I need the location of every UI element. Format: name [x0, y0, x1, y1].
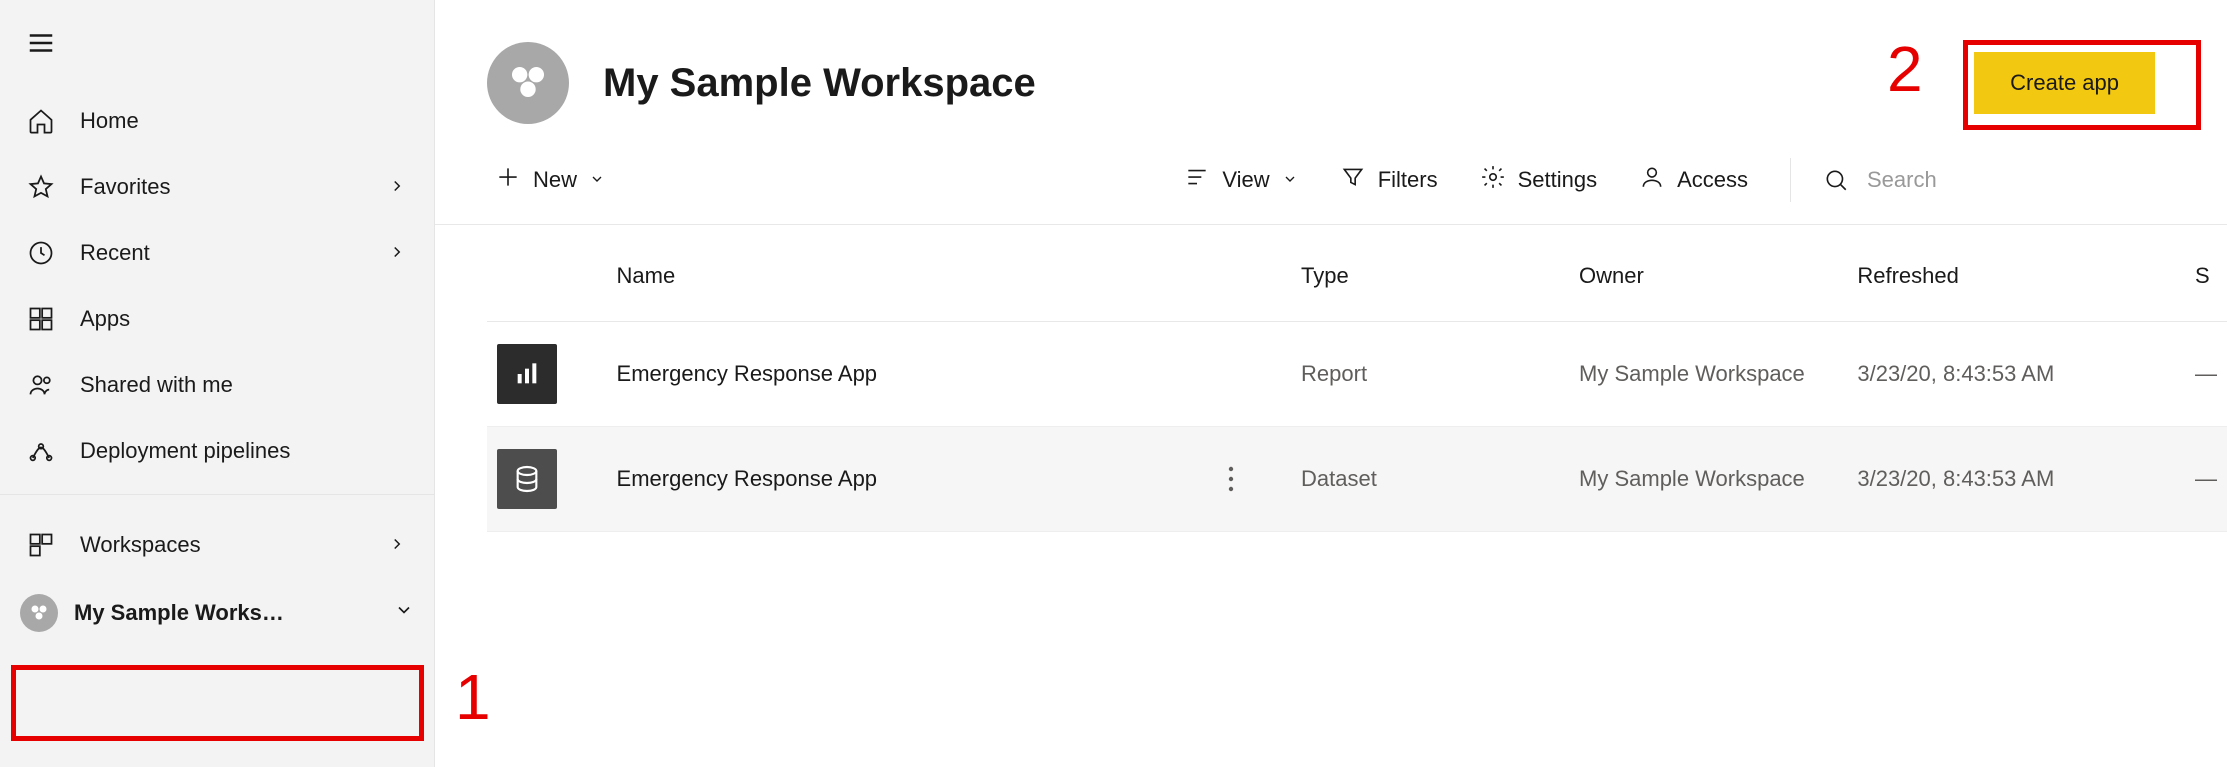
star-icon: [26, 172, 56, 202]
chevron-right-icon: [388, 243, 408, 263]
dataset-item-icon: [497, 449, 557, 509]
column-header-owner[interactable]: Owner: [1569, 225, 1847, 322]
item-name: Emergency Response App: [607, 322, 1202, 427]
sidebar-item-label: Favorites: [80, 174, 364, 200]
plus-icon: [495, 164, 521, 196]
workspaces-icon: [26, 530, 56, 560]
workspace-avatar-large-icon: [487, 42, 569, 124]
current-workspace-selector[interactable]: My Sample Works…: [0, 578, 434, 648]
apps-icon: [26, 304, 56, 334]
annotation-label-1: 1: [455, 660, 491, 734]
filters-button[interactable]: Filters: [1322, 154, 1456, 206]
sidebar-item-apps[interactable]: Apps: [0, 286, 434, 352]
workspace-header: My Sample Workspace Create app: [435, 0, 2227, 134]
content-table: Name Type Owner Refreshed S Emergency Re…: [487, 225, 2227, 532]
shared-icon: [26, 370, 56, 400]
main-content: My Sample Workspace Create app New View …: [435, 0, 2227, 767]
chevron-down-icon: [589, 167, 605, 193]
sidebar-item-label: Home: [80, 108, 408, 134]
filters-label: Filters: [1378, 167, 1438, 193]
table-row[interactable]: Emergency Response App DatasetMy Sample W…: [487, 427, 2227, 532]
item-extra: —: [2185, 322, 2227, 427]
item-owner: My Sample Workspace: [1569, 427, 1847, 532]
page-title: My Sample Workspace: [603, 61, 1974, 106]
column-header-refreshed[interactable]: Refreshed: [1847, 225, 2185, 322]
annotation-label-2: 2: [1887, 32, 1923, 106]
hamburger-icon: [26, 28, 56, 58]
workspace-avatar-icon: [20, 594, 58, 632]
new-button[interactable]: New: [477, 154, 623, 206]
item-refreshed: 3/23/20, 8:43:53 AM: [1847, 322, 2185, 427]
table-row[interactable]: Emergency Response App ReportMy Sample Wo…: [487, 322, 2227, 427]
search-icon: [1823, 167, 1849, 193]
sidebar-item-label: Recent: [80, 240, 364, 266]
more-options-button[interactable]: [1211, 459, 1251, 499]
report-item-icon: [497, 344, 557, 404]
item-extra: —: [2185, 427, 2227, 532]
search-input[interactable]: [1867, 167, 2167, 193]
view-label: View: [1222, 167, 1269, 193]
column-header-type[interactable]: Type: [1291, 225, 1569, 322]
search-box[interactable]: [1815, 167, 2175, 193]
create-app-button[interactable]: Create app: [1974, 52, 2155, 114]
clock-icon: [26, 238, 56, 268]
item-type: Report: [1291, 322, 1569, 427]
current-workspace-label: My Sample Works…: [74, 600, 378, 626]
column-header-name[interactable]: Name: [607, 225, 1202, 322]
chevron-down-icon: [394, 600, 414, 626]
sidebar-item-deployment-pipelines[interactable]: Deployment pipelines: [0, 418, 434, 484]
new-label: New: [533, 167, 577, 193]
toolbar-divider: [1790, 158, 1791, 202]
view-icon: [1184, 164, 1210, 196]
sidebar: Home Favorites Recent Apps Shared with me Dep…: [0, 0, 435, 767]
sidebar-item-favorites[interactable]: Favorites: [0, 154, 434, 220]
sidebar-item-label: Shared with me: [80, 372, 408, 398]
chevron-right-icon: [388, 535, 408, 555]
hamburger-button[interactable]: [0, 0, 434, 88]
sidebar-item-shared-with-me[interactable]: Shared with me: [0, 352, 434, 418]
column-header-extra[interactable]: S: [2185, 225, 2227, 322]
table-header-row: Name Type Owner Refreshed S: [487, 225, 2227, 322]
sidebar-item-recent[interactable]: Recent: [0, 220, 434, 286]
chevron-right-icon: [388, 177, 408, 197]
sidebar-item-home[interactable]: Home: [0, 88, 434, 154]
sidebar-item-label: Apps: [80, 306, 408, 332]
item-owner: My Sample Workspace: [1569, 322, 1847, 427]
settings-button[interactable]: Settings: [1462, 154, 1616, 206]
sidebar-item-label: Workspaces: [80, 532, 364, 558]
item-name: Emergency Response App: [607, 427, 1202, 532]
sidebar-item-workspaces[interactable]: Workspaces: [0, 512, 434, 578]
item-refreshed: 3/23/20, 8:43:53 AM: [1847, 427, 2185, 532]
access-button[interactable]: Access: [1621, 154, 1766, 206]
filter-icon: [1340, 164, 1366, 196]
nav-divider: [0, 494, 434, 512]
toolbar: New View Filters Settings Access: [435, 134, 2227, 225]
access-label: Access: [1677, 167, 1748, 193]
item-type: Dataset: [1291, 427, 1569, 532]
sidebar-item-label: Deployment pipelines: [80, 438, 408, 464]
chevron-down-icon: [1282, 167, 1298, 193]
home-icon: [26, 106, 56, 136]
settings-label: Settings: [1518, 167, 1598, 193]
person-icon: [1639, 164, 1665, 196]
nav-list: Home Favorites Recent Apps Shared with me Dep…: [0, 88, 434, 484]
pipeline-icon: [26, 436, 56, 466]
view-button[interactable]: View: [1166, 154, 1315, 206]
gear-icon: [1480, 164, 1506, 196]
